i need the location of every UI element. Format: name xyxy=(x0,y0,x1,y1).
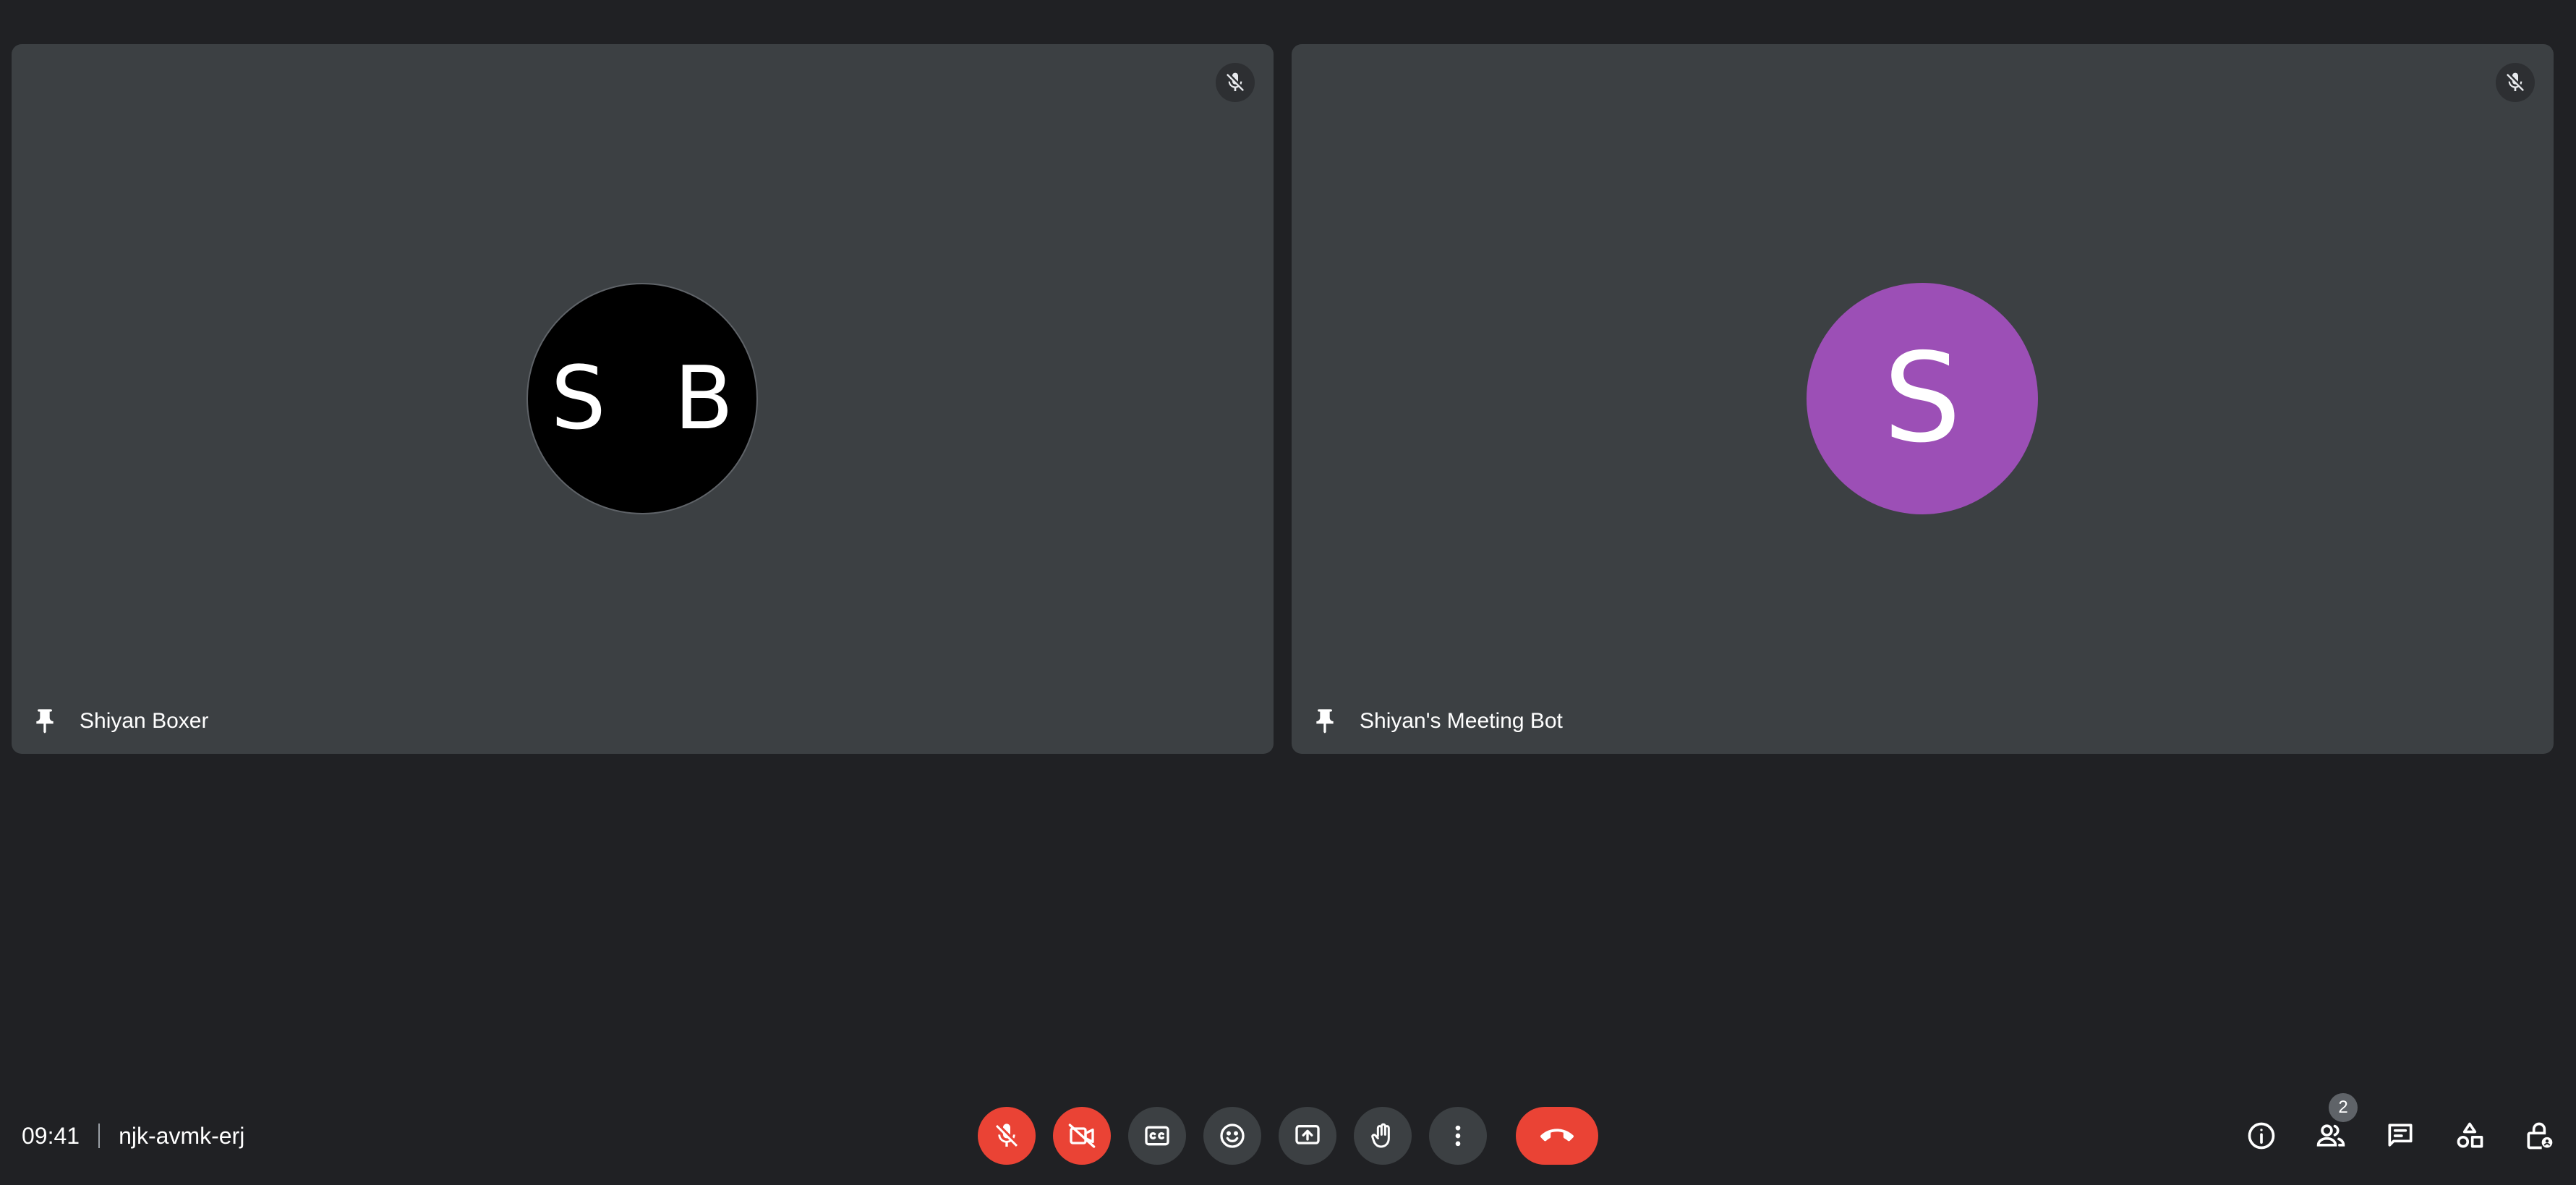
participant-name: Shiyan Boxer xyxy=(80,709,209,733)
participant-tile-shiyan-boxer[interactable]: S B Shiyan Boxer xyxy=(12,44,1274,754)
camera-toggle-button[interactable] xyxy=(1053,1107,1111,1165)
muted-indicator xyxy=(1216,63,1255,102)
people-count-badge: 2 xyxy=(2329,1093,2358,1122)
leave-call-button[interactable] xyxy=(1516,1107,1598,1165)
meeting-details-button[interactable] xyxy=(2238,1112,2285,1160)
muted-indicator xyxy=(2496,63,2535,102)
more-vert-icon xyxy=(1455,1125,1461,1147)
call-end-icon xyxy=(1540,1129,1574,1142)
pin-icon[interactable] xyxy=(30,707,59,736)
mic-off-icon xyxy=(1227,72,1244,91)
avatar: S xyxy=(1807,283,2038,514)
microphone-toggle-button[interactable] xyxy=(978,1107,1036,1165)
emoji-icon xyxy=(1220,1124,1245,1148)
participant-name-row: Shiyan Boxer xyxy=(30,703,208,739)
lock-person-icon xyxy=(2527,1122,2553,1150)
reactions-button[interactable] xyxy=(1203,1107,1261,1165)
activities-button[interactable] xyxy=(2446,1112,2494,1160)
info-icon xyxy=(2248,1122,2275,1150)
present-screen-icon xyxy=(1295,1125,1320,1144)
videocam-off-icon xyxy=(1068,1124,1096,1148)
more-options-button[interactable] xyxy=(1429,1107,1487,1165)
participant-tile-meeting-bot[interactable]: S Shiyan's Meeting Bot xyxy=(1292,44,2554,754)
call-controls xyxy=(978,1105,1598,1166)
meeting-info: 09:41 njk-avmk-erj xyxy=(22,1117,244,1155)
bottom-toolbar: 09:41 njk-avmk-erj 2 xyxy=(0,1093,2576,1173)
people-icon xyxy=(2316,1124,2345,1147)
participant-name-row: Shiyan's Meeting Bot xyxy=(1310,703,1563,739)
hand-icon xyxy=(1371,1123,1390,1148)
captions-button[interactable] xyxy=(1128,1107,1186,1165)
chat-button[interactable] xyxy=(2376,1112,2424,1160)
mic-off-icon xyxy=(2507,72,2524,91)
mic-off-icon xyxy=(996,1124,1018,1147)
chat-icon xyxy=(2388,1124,2413,1147)
side-actions: 2 xyxy=(2238,1093,2563,1166)
pin-icon[interactable] xyxy=(1310,707,1339,736)
avatar: S B xyxy=(526,283,758,514)
meeting-time: 09:41 xyxy=(22,1122,80,1149)
host-controls-button[interactable] xyxy=(2515,1112,2563,1160)
participant-name: Shiyan's Meeting Bot xyxy=(1360,709,1563,733)
divider xyxy=(98,1124,101,1148)
raise-hand-button[interactable] xyxy=(1354,1107,1412,1165)
meeting-code: njk-avmk-erj xyxy=(119,1122,245,1149)
present-screen-button[interactable] xyxy=(1279,1107,1336,1165)
people-button[interactable]: 2 xyxy=(2307,1093,2358,1160)
meeting-stage: S B Shiyan Boxer S Shiyan's Meeting Bot … xyxy=(0,0,2576,1185)
closed-caption-icon xyxy=(1145,1126,1169,1146)
activities-icon xyxy=(2457,1122,2483,1148)
